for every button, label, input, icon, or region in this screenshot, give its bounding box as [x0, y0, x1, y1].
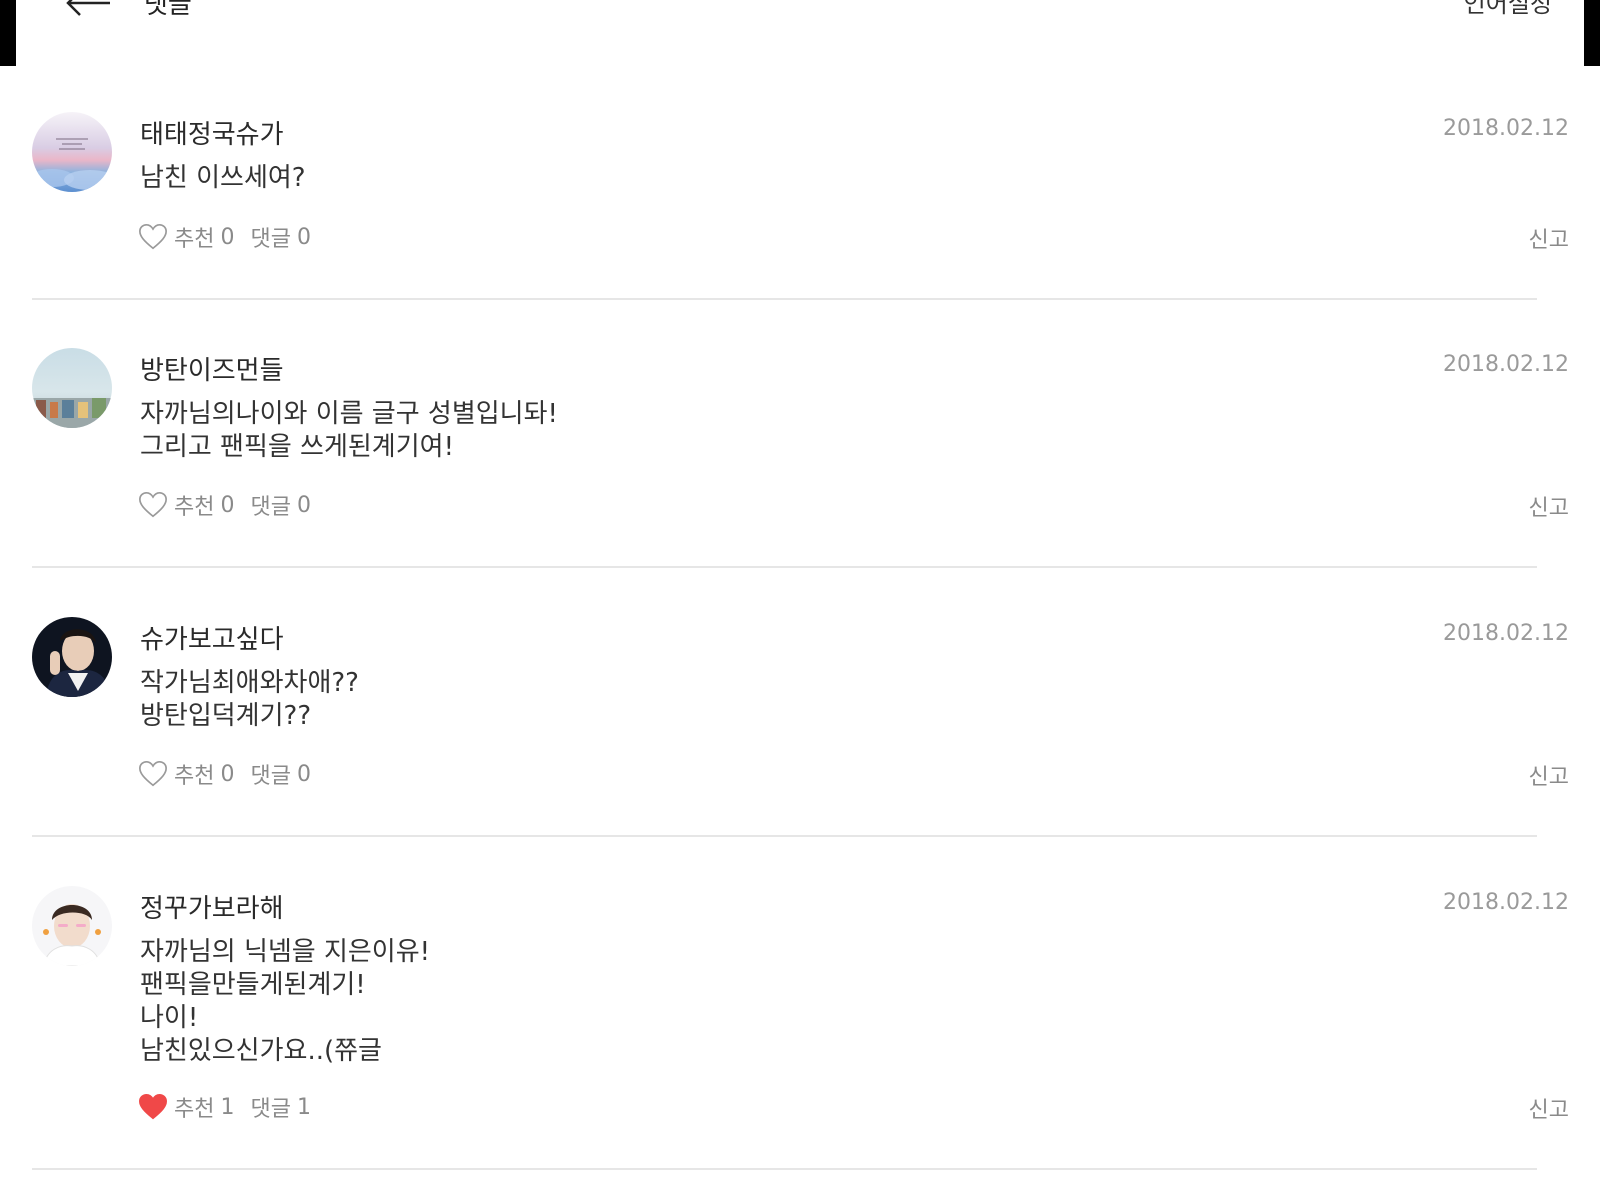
comment-text: 자까님의 닉넴을 지은이유! 팬픽을만들게된계기! 나이! 남친있으신가요..(… [140, 936, 430, 1068]
username[interactable]: 슈가보고싶다 [140, 619, 284, 656]
comment-line: 팬픽을만들게된계기! [140, 970, 366, 1000]
username[interactable]: 방탄이즈먼들 [140, 350, 284, 387]
comment-line: 남친있으신가요..(쮸글 [140, 1036, 382, 1066]
like-count: 0 [220, 761, 235, 787]
like-count: 0 [220, 492, 235, 518]
like-label: 추천 [174, 1097, 215, 1122]
reply-count: 0 [296, 761, 311, 787]
comment-line: 작가님최애와차애?? [140, 668, 359, 698]
back-arrow-icon [66, 0, 110, 16]
username[interactable]: 정꾸가보라해 [140, 888, 284, 925]
reply-label: 댓글 [250, 227, 291, 252]
comment-date: 2018.02.12 [1443, 116, 1569, 141]
left-edge-bar [0, 0, 16, 66]
avatar[interactable] [32, 886, 112, 966]
language-setting-button[interactable]: 언어설정 [1464, 0, 1552, 19]
comment-line: 자까님의 닉넴을 지은이유! [140, 937, 431, 967]
comment-line: 자까님의나이와 이름 글구 성별입니돠! [140, 399, 558, 429]
divider [32, 835, 1537, 837]
comment-date: 2018.02.12 [1443, 621, 1569, 646]
reply-count: 0 [296, 224, 311, 250]
comment-actions: 추천 0 댓글 0 [138, 488, 311, 522]
heart-outline-icon [139, 760, 167, 787]
divider [32, 298, 1537, 300]
comment-actions: 추천 1 댓글 1 [138, 1090, 311, 1124]
reply-button[interactable]: 댓글 1 [250, 1091, 310, 1123]
heart-filled-icon [139, 1093, 167, 1120]
reply-label: 댓글 [250, 495, 291, 520]
comment-text: 자까님의나이와 이름 글구 성별입니돠! 그리고 팬픽을 쓰게된계기여! [140, 398, 558, 464]
comment-line: 남친 이쓰세여? [140, 163, 306, 193]
like-label: 추천 [174, 495, 215, 520]
reply-button[interactable]: 댓글 0 [250, 221, 310, 253]
comment-text: 남친 이쓰세여? [140, 162, 306, 195]
right-edge-bar [1584, 0, 1600, 66]
avatar[interactable] [32, 617, 112, 697]
reply-label: 댓글 [250, 1097, 291, 1122]
report-button[interactable]: 신고 [1529, 222, 1569, 254]
report-button[interactable]: 신고 [1529, 490, 1569, 522]
like-label: 추천 [174, 764, 215, 789]
comment-line: 나이! [140, 1003, 199, 1033]
reply-label: 댓글 [250, 764, 291, 789]
reply-count: 1 [296, 1094, 311, 1120]
reply-count: 0 [296, 492, 311, 518]
report-button[interactable]: 신고 [1529, 1092, 1569, 1124]
comment-actions: 추천 0 댓글 0 [138, 220, 311, 254]
avatar[interactable] [32, 112, 112, 192]
report-button[interactable]: 신고 [1529, 759, 1569, 791]
comment-date: 2018.02.12 [1443, 890, 1569, 915]
top-bar: 댓글 언어설정 [16, 0, 1584, 66]
comment-line: 방탄입덕계기?? [140, 701, 312, 731]
like-button[interactable]: 추천 1 [138, 1091, 234, 1123]
page-title: 댓글 [144, 0, 192, 20]
like-count: 0 [220, 224, 235, 250]
heart-outline-icon [139, 491, 167, 518]
divider [32, 1168, 1537, 1170]
divider [32, 566, 1537, 568]
like-button[interactable]: 추천 0 [138, 221, 234, 253]
reply-button[interactable]: 댓글 0 [250, 758, 310, 790]
comment-date: 2018.02.12 [1443, 352, 1569, 377]
avatar[interactable] [32, 348, 112, 428]
comment-text: 작가님최애와차애?? 방탄입덕계기?? [140, 667, 359, 733]
heart-outline-icon [139, 223, 167, 250]
comment-actions: 추천 0 댓글 0 [138, 757, 311, 791]
comment-line: 그리고 팬픽을 쓰게된계기여! [140, 432, 454, 462]
like-button[interactable]: 추천 0 [138, 489, 234, 521]
like-label: 추천 [174, 227, 215, 252]
username[interactable]: 태태정국슈가 [140, 114, 284, 151]
like-button[interactable]: 추천 0 [138, 758, 234, 790]
like-count: 1 [220, 1094, 235, 1120]
back-button[interactable] [58, 0, 118, 24]
reply-button[interactable]: 댓글 0 [250, 489, 310, 521]
